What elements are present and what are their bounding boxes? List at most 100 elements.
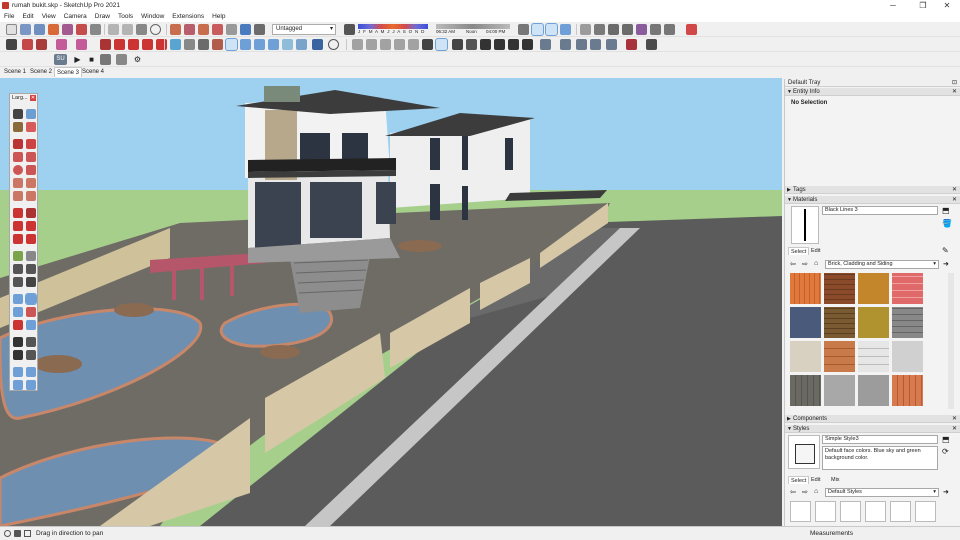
lt-rotated-rectangle-icon[interactable]: [26, 152, 36, 162]
tab-scene-4[interactable]: Scene 4: [80, 67, 106, 77]
material-swatch[interactable]: [824, 273, 855, 304]
layers-icon[interactable]: [576, 39, 587, 50]
details-arrow-icon[interactable]: ➜: [943, 488, 949, 496]
outliner-icon[interactable]: [560, 39, 571, 50]
lt-line-icon[interactable]: [13, 139, 23, 149]
material-swatch[interactable]: [824, 341, 855, 372]
material-swatch[interactable]: [824, 375, 855, 406]
push-pull-icon[interactable]: [100, 39, 111, 50]
menu-window[interactable]: Window: [137, 11, 168, 22]
style-thumbnail[interactable]: [840, 501, 861, 522]
lt-sandbox-from-scratch-icon[interactable]: [26, 367, 36, 377]
menu-edit[interactable]: Edit: [18, 11, 37, 22]
style-thumbnail[interactable]: [915, 501, 936, 522]
lt-three-point-arc-icon[interactable]: [13, 191, 23, 201]
material-swatch[interactable]: [790, 341, 821, 372]
component-icon[interactable]: [212, 24, 223, 35]
stop-icon[interactable]: ■: [86, 54, 97, 65]
group-icon[interactable]: [540, 39, 551, 50]
style-library-dropdown[interactable]: Default Styles ▾: [825, 488, 939, 497]
lt-polygon-icon[interactable]: [26, 165, 36, 175]
front-view-icon[interactable]: [380, 39, 391, 50]
error-report-icon[interactable]: [686, 24, 697, 35]
create-style-icon[interactable]: ⬒: [942, 435, 950, 444]
lt-zoom-window-icon[interactable]: [26, 307, 36, 317]
eraser-icon[interactable]: [22, 39, 33, 50]
tab-scene-1[interactable]: Scene 1: [2, 67, 28, 77]
animation-settings-icon[interactable]: [100, 54, 111, 65]
geo-location-icon[interactable]: [76, 24, 87, 35]
eyedropper-icon[interactable]: ✎: [942, 246, 949, 255]
undo-icon[interactable]: [108, 24, 119, 35]
line-icon[interactable]: [36, 39, 47, 50]
walk-icon[interactable]: [328, 39, 339, 50]
next-view-icon[interactable]: [296, 39, 307, 50]
back-edges-icon[interactable]: [664, 24, 675, 35]
lt-look-around-icon[interactable]: [26, 337, 36, 347]
styles-select-tab[interactable]: Select: [788, 476, 810, 484]
play-icon[interactable]: ▶: [72, 54, 83, 65]
lt-zoom-icon[interactable]: [13, 307, 23, 317]
parallel-projection-icon[interactable]: [466, 39, 477, 50]
pan-icon[interactable]: [545, 23, 558, 36]
lt-text-icon[interactable]: [26, 264, 36, 274]
back-arrow-icon[interactable]: ⇦: [790, 488, 796, 496]
perspective-icon[interactable]: [435, 38, 448, 51]
material-swatch[interactable]: [858, 273, 889, 304]
right-view-icon[interactable]: [394, 39, 405, 50]
paint-bucket-icon[interactable]: 🪣: [942, 219, 952, 228]
lt-tape-measure-icon[interactable]: [13, 251, 23, 261]
lt-pan-icon[interactable]: [25, 293, 37, 305]
shaded-icon[interactable]: [622, 24, 633, 35]
style-name-field[interactable]: Simple Style3: [822, 435, 938, 444]
save-icon[interactable]: [34, 24, 45, 35]
lt-position-camera-icon[interactable]: [13, 337, 23, 347]
material-swatch[interactable]: [824, 307, 855, 338]
hidden-line-icon[interactable]: [608, 24, 619, 35]
cut-icon[interactable]: [136, 24, 147, 35]
close-x-icon[interactable]: ✕: [952, 88, 957, 96]
dimension-icon[interactable]: [184, 39, 195, 50]
close-x-icon[interactable]: ✕: [952, 196, 957, 204]
minimize-button[interactable]: ─: [880, 0, 906, 11]
zoom-icon[interactable]: [560, 24, 571, 35]
lt-component-icon[interactable]: [26, 109, 36, 119]
house-front-icon[interactable]: [480, 39, 491, 50]
entity-info-header[interactable]: ▼ Entity Info ✕: [785, 88, 960, 96]
monochrome-icon[interactable]: [650, 24, 661, 35]
open-file-icon[interactable]: [20, 24, 31, 35]
close-x-icon[interactable]: ✕: [952, 425, 957, 433]
styles-mix-tab[interactable]: Mix: [829, 476, 842, 484]
house-right-icon[interactable]: [494, 39, 505, 50]
section-plane-icon[interactable]: [312, 39, 323, 50]
styles-edit-tab[interactable]: Edit: [809, 476, 822, 484]
materials-edit-tab[interactable]: Edit: [809, 247, 822, 255]
lt-rotate-icon[interactable]: [13, 221, 23, 231]
move-icon[interactable]: [518, 24, 529, 35]
large-tool-set-close-button[interactable]: ✕: [30, 95, 36, 101]
lt-circle-icon[interactable]: [13, 165, 23, 175]
info-icon[interactable]: [24, 530, 31, 537]
lt-select-icon[interactable]: [13, 109, 23, 119]
material-swatch[interactable]: [790, 273, 821, 304]
left-view-icon[interactable]: [422, 39, 433, 50]
iso-view-icon[interactable]: [352, 39, 363, 50]
material-swatch[interactable]: [892, 273, 923, 304]
export-animation-icon[interactable]: [116, 54, 127, 65]
offset-icon[interactable]: [156, 39, 167, 50]
3d-warehouse-upload-icon[interactable]: [198, 24, 209, 35]
protractor-icon[interactable]: [198, 39, 209, 50]
menu-draw[interactable]: Draw: [91, 11, 114, 22]
top-view-icon[interactable]: [366, 39, 377, 50]
material-swatch[interactable]: [790, 375, 821, 406]
lt-arc-icon[interactable]: [13, 178, 23, 188]
menu-tools[interactable]: Tools: [114, 11, 137, 22]
previous-view-icon[interactable]: [282, 39, 293, 50]
wireframe-icon[interactable]: [594, 24, 605, 35]
lt-sandbox-from-contours-icon[interactable]: [13, 367, 23, 377]
scene-manager-icon[interactable]: SU: [54, 54, 67, 65]
create-material-icon[interactable]: ⬒: [942, 206, 950, 215]
menu-view[interactable]: View: [38, 11, 60, 22]
lt-offset-icon[interactable]: [26, 234, 36, 244]
shaded-textures-icon[interactable]: [636, 24, 647, 35]
